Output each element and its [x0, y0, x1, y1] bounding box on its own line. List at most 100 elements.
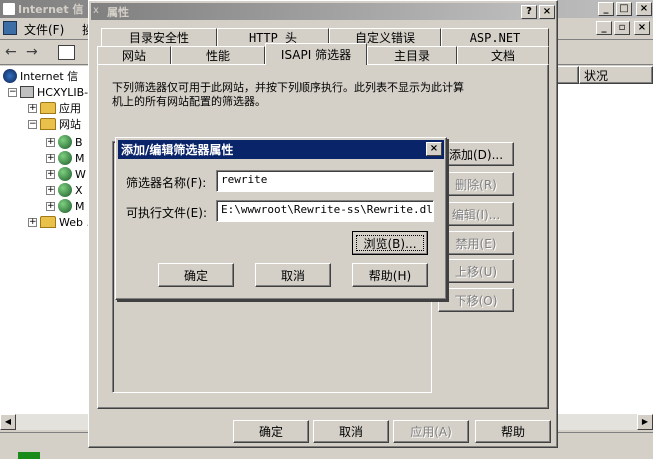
- tab-aspnet[interactable]: ASP.NET: [441, 28, 549, 46]
- properties-ok-button[interactable]: 确定: [233, 420, 309, 443]
- properties-help-button[interactable]: 帮助: [475, 420, 551, 443]
- tab-performance[interactable]: 性能: [171, 46, 265, 64]
- collapse-icon[interactable]: −: [8, 87, 17, 97]
- help-question-icon[interactable]: ?: [521, 5, 537, 19]
- filter-name-input[interactable]: rewrite: [216, 170, 434, 192]
- tab-label: ASP.NET: [469, 30, 521, 45]
- tree-app-pools-label: 应用: [59, 102, 81, 115]
- main-window-title: Internet 信: [18, 3, 84, 16]
- tree-site-label: X: [75, 183, 83, 197]
- executable-input[interactable]: E:\wwwroot\Rewrite-ss\Rewrite.dll: [216, 200, 434, 222]
- tree-site-m1[interactable]: + M: [46, 150, 85, 166]
- tab-home-directory[interactable]: 主目录: [367, 46, 457, 64]
- expand-icon[interactable]: +: [46, 137, 55, 147]
- tree-site-label: M: [75, 151, 85, 165]
- folder-open-icon: [40, 118, 56, 130]
- tree-panel: Internet 信 − HCXYLIB- + 应用 − 网站 + B + M …: [0, 66, 96, 416]
- filter-cancel-button[interactable]: 取消: [255, 263, 331, 287]
- button-label: 编辑(I)...: [451, 207, 501, 222]
- move-down-button[interactable]: 下移(O): [438, 288, 514, 312]
- add-filter-button[interactable]: 添加(D)...: [438, 142, 514, 166]
- filter-dialog-title: 添加/编辑筛选器属性: [121, 143, 234, 157]
- tree-root-label: Internet 信: [20, 70, 79, 83]
- properties-titlebar[interactable]: 属性: [91, 3, 555, 20]
- remove-filter-button[interactable]: 删除(R): [438, 172, 514, 196]
- expand-icon[interactable]: +: [28, 217, 37, 227]
- tab-label: 主目录: [393, 49, 430, 63]
- list-header-status-label: 状况: [584, 69, 609, 83]
- properties-title: 属性: [107, 5, 129, 19]
- move-up-button[interactable]: 上移(U): [438, 259, 514, 283]
- forward-arrow-icon[interactable]: →: [26, 44, 38, 60]
- button-label: 帮助(H): [368, 268, 412, 283]
- button-label: 应用(A): [410, 425, 452, 439]
- list-panel: 状况: [557, 66, 653, 416]
- expand-icon[interactable]: +: [46, 153, 55, 163]
- app-icon: [2, 2, 16, 16]
- filter-dialog-close-icon[interactable]: ×: [426, 142, 442, 156]
- button-label: 下移(O): [454, 293, 498, 308]
- list-header-prev[interactable]: [557, 66, 579, 84]
- disable-filter-button[interactable]: 禁用(E): [438, 231, 514, 255]
- inner-restore-button[interactable]: ▫: [614, 21, 630, 35]
- console-tree-icon[interactable]: [58, 45, 75, 60]
- scroll-left-icon[interactable]: ◀: [0, 414, 16, 430]
- minimize-button[interactable]: _: [598, 2, 614, 16]
- tree-site-x[interactable]: + X: [46, 182, 83, 198]
- tree-app-pools[interactable]: + 应用: [28, 100, 81, 116]
- tab-label: 文档: [490, 49, 515, 63]
- filter-name-label: 筛选器名称(F):: [126, 176, 207, 190]
- edit-filter-button[interactable]: 编辑(I)...: [438, 202, 514, 226]
- scroll-right-icon[interactable]: ▶: [637, 414, 653, 430]
- tree-web-ext-label: Web .: [59, 215, 90, 229]
- properties-cancel-button[interactable]: 取消: [313, 420, 389, 443]
- tree-site-w[interactable]: + W: [46, 166, 86, 182]
- expand-icon[interactable]: +: [46, 169, 55, 179]
- tab-directory-security[interactable]: 目录安全性: [101, 28, 217, 46]
- button-label: 禁用(E): [455, 236, 497, 251]
- tree-site-b[interactable]: + B: [46, 134, 83, 150]
- website-globe-icon: [58, 167, 72, 181]
- filter-help-button[interactable]: 帮助(H): [352, 263, 428, 287]
- menu-file[interactable]: 文件(F): [24, 21, 64, 38]
- expand-icon[interactable]: +: [46, 201, 55, 211]
- filter-dialog-titlebar[interactable]: 添加/编辑筛选器属性: [118, 140, 444, 159]
- button-label: 帮助: [500, 425, 525, 439]
- tree-site-label: B: [75, 135, 83, 149]
- tree-root[interactable]: Internet 信: [3, 68, 78, 84]
- tree-web-ext[interactable]: + Web .: [28, 214, 90, 230]
- inner-minimize-button[interactable]: _: [596, 21, 612, 35]
- status-indicator: [18, 452, 40, 459]
- website-globe-icon: [58, 199, 72, 213]
- properties-close-icon[interactable]: ×: [539, 5, 555, 19]
- expand-icon[interactable]: +: [28, 103, 37, 113]
- tab-isapi-filters[interactable]: ISAPI 筛选器: [265, 43, 367, 65]
- back-arrow-icon[interactable]: ←: [5, 44, 17, 60]
- properties-apply-button[interactable]: 应用(A): [393, 420, 469, 443]
- collapse-icon[interactable]: −: [28, 119, 37, 129]
- filter-ok-button[interactable]: 确定: [158, 263, 234, 287]
- tree-server[interactable]: − HCXYLIB-: [8, 84, 88, 100]
- button-label: 确定: [183, 268, 208, 283]
- executable-label: 可执行文件(E):: [126, 206, 207, 220]
- tree-websites[interactable]: − 网站: [28, 116, 81, 132]
- filter-properties-dialog: 添加/编辑筛选器属性 × 筛选器名称(F): rewrite 可执行文件(E):…: [115, 137, 447, 300]
- browse-button[interactable]: 浏览(B)...: [352, 231, 428, 255]
- button-label: 取消: [338, 425, 363, 439]
- button-label: 取消: [280, 268, 305, 283]
- iis-icon: [3, 69, 17, 83]
- tab-documents[interactable]: 文档: [457, 46, 549, 64]
- expand-icon[interactable]: +: [46, 185, 55, 195]
- close-button[interactable]: ×: [636, 2, 652, 16]
- tree-site-label: M: [75, 199, 85, 213]
- tree-site-m2[interactable]: + M: [46, 198, 85, 214]
- list-header-status[interactable]: 状况: [579, 66, 653, 84]
- tab-website[interactable]: 网站: [97, 46, 171, 64]
- tree-server-label: HCXYLIB-: [37, 85, 89, 99]
- button-label: 添加(D)...: [448, 147, 504, 162]
- maximize-button[interactable]: □: [616, 2, 632, 16]
- tab-label: 目录安全性: [128, 31, 189, 45]
- properties-title-icon: x: [93, 5, 99, 16]
- inner-close-button[interactable]: ×: [634, 21, 650, 35]
- computer-icon: [20, 86, 34, 98]
